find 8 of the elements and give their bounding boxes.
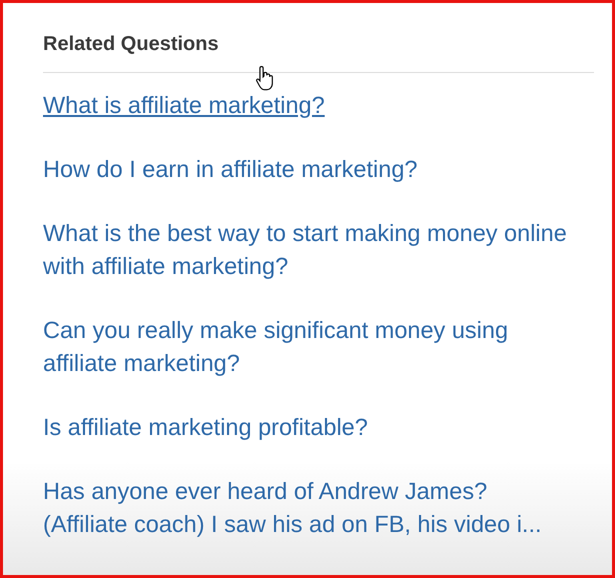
question-link[interactable]: Has anyone ever heard of Andrew James? (Affiliate coach) I saw his ad on FB, his video i...	[43, 475, 573, 541]
question-link[interactable]: What is affiliate marketing?	[43, 89, 573, 122]
hand-cursor-icon	[255, 65, 276, 92]
question-link[interactable]: How do I earn in affiliate marketing?	[43, 153, 573, 186]
panel-title: Related Questions	[43, 33, 594, 73]
question-link[interactable]: Is affiliate marketing profitable?	[43, 411, 573, 444]
question-link[interactable]: Can you really make significant money using affiliate marketing?	[43, 314, 573, 380]
question-link[interactable]: What is the best way to start making money online with affiliate marketing?	[43, 217, 573, 283]
